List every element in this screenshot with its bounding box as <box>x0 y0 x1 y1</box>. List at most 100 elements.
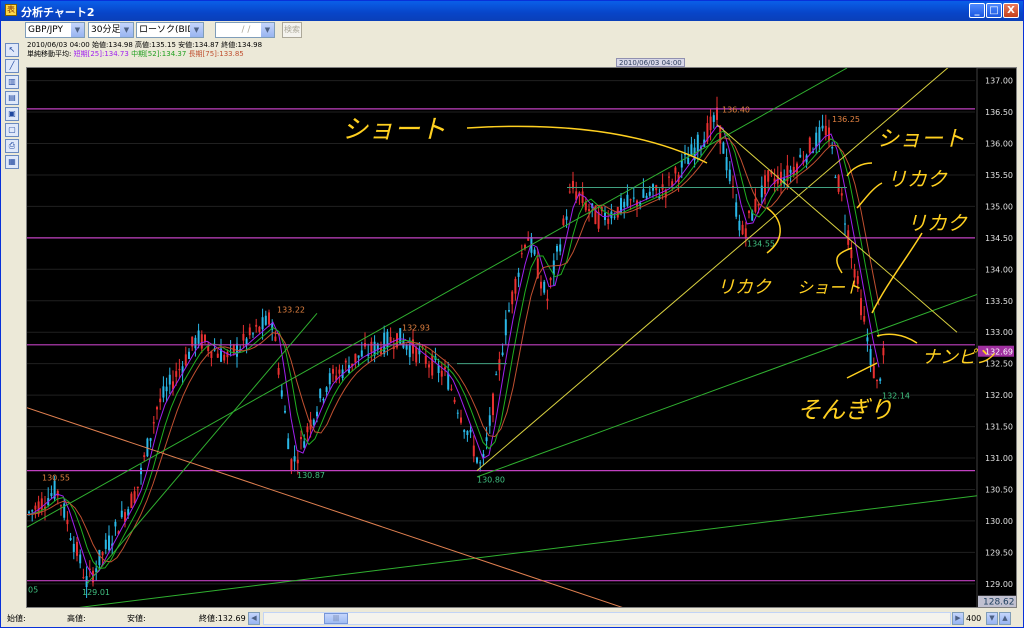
minimize-button[interactable]: _ <box>969 3 985 18</box>
moving-average-line <box>27 125 880 577</box>
candle-body <box>837 175 840 192</box>
close-button[interactable]: X <box>1003 3 1019 18</box>
search-button[interactable]: 検索 <box>282 22 302 38</box>
candle-body <box>476 457 478 463</box>
status-high: 高値: <box>67 614 86 623</box>
candle-body <box>495 374 498 376</box>
candle-body <box>98 549 101 566</box>
chevron-down-icon[interactable]: ▼ <box>71 23 84 37</box>
candle-body <box>764 175 766 195</box>
candle-body <box>632 197 635 199</box>
scroll-right-icon[interactable]: ▶ <box>952 612 964 625</box>
price-extreme-label: 130.87 <box>297 471 325 480</box>
candle-body <box>322 398 325 401</box>
candle-body <box>184 354 187 366</box>
window-icon[interactable]: ▣ <box>5 107 19 121</box>
candle-body <box>469 429 472 433</box>
candle-body <box>533 249 536 255</box>
candle-body <box>200 334 203 349</box>
candle-body <box>565 216 568 220</box>
scroll-left-icon[interactable]: ◀ <box>248 612 260 625</box>
trend-line <box>86 313 318 585</box>
candle-body <box>156 407 158 410</box>
candle-body <box>360 350 363 357</box>
candle-body <box>623 201 626 208</box>
status-open: 始値: <box>7 614 26 623</box>
chart-type-select[interactable]: ローソク(BID) ▼ <box>136 22 204 38</box>
chevron-down-icon[interactable]: ▼ <box>261 23 274 37</box>
handwritten-annotation: ナンピン <box>922 347 995 368</box>
candle-body <box>344 360 347 363</box>
candle-body <box>460 417 462 423</box>
candle-body <box>50 493 53 496</box>
candle-body <box>629 199 632 201</box>
price-tick-label: 129.50 <box>985 548 1013 557</box>
candle-body <box>130 493 133 508</box>
price-tick-label: 130.00 <box>985 517 1013 526</box>
candle-body <box>252 333 254 335</box>
candle-body <box>498 359 501 371</box>
title-bar[interactable]: 表 分析チャート2 _ □ X <box>1 1 1023 21</box>
price-extreme-label: 133.22 <box>277 305 305 314</box>
candle-body <box>607 218 610 224</box>
candle-body <box>668 176 670 178</box>
handwritten-annotation: ショート <box>797 278 861 297</box>
candle-body <box>290 459 293 471</box>
candle-body <box>216 353 219 358</box>
candle-body <box>277 367 280 375</box>
candle-body <box>66 519 69 525</box>
price-extreme-label: 136.25 <box>832 115 860 124</box>
candle-body <box>520 253 523 255</box>
print-icon[interactable]: ⎙ <box>5 139 19 153</box>
annotation-arrow <box>846 362 878 379</box>
candle-body <box>661 184 664 190</box>
candle-body <box>34 505 37 510</box>
settings-icon[interactable]: ▦ <box>5 155 19 169</box>
candle-body <box>690 144 693 155</box>
candle-body <box>405 344 408 350</box>
candle-body <box>293 456 296 462</box>
line-draw-icon[interactable]: ╱ <box>5 59 19 73</box>
price-chart[interactable]: 137.00 136.50 136.00 135.50 135.00 134.50 134.… <box>26 67 1017 608</box>
candle-body <box>108 535 110 551</box>
candle-body <box>274 336 277 341</box>
chart-type-icon[interactable]: ▥ <box>5 75 19 89</box>
candle-body <box>549 277 552 281</box>
ma-mid-value: 中期[52]:134.37 <box>131 50 187 58</box>
candle-body <box>444 367 446 370</box>
candle-body <box>312 419 315 425</box>
chevron-down-icon[interactable]: ▼ <box>120 23 133 37</box>
price-extreme-label: 136.40 <box>722 105 750 114</box>
candle-body <box>543 281 546 293</box>
candle-body <box>325 387 328 393</box>
indicator-icon[interactable]: ▤ <box>5 91 19 105</box>
candle-body <box>815 132 818 148</box>
period-select[interactable]: 30分足 ▼ <box>88 22 134 38</box>
zoom-down-icon[interactable]: ▼ <box>986 612 998 625</box>
text-icon[interactable]: ▢ <box>5 123 19 137</box>
zoom-up-icon[interactable]: ▲ <box>999 612 1011 625</box>
candle-body <box>559 244 562 252</box>
candle-body <box>882 347 885 356</box>
candle-body <box>178 368 181 371</box>
candle-body <box>834 176 837 178</box>
chevron-down-icon[interactable]: ▼ <box>190 23 203 37</box>
maximize-button[interactable]: □ <box>986 3 1002 18</box>
symbol-select[interactable]: GBP/JPY ▼ <box>25 22 85 38</box>
cursor-icon[interactable]: ↖ <box>5 43 19 57</box>
horizontal-scrollbar[interactable]: ||| <box>263 612 951 625</box>
date-picker-value: / / <box>241 25 251 35</box>
zoom-level[interactable]: 400 <box>966 612 986 625</box>
candle-body <box>319 389 322 399</box>
candle-body <box>722 142 725 154</box>
candle-body <box>872 365 875 379</box>
candle-body <box>517 272 520 277</box>
price-extreme-label: 134.55 <box>747 240 775 249</box>
candle-body <box>504 319 507 336</box>
date-picker[interactable]: / / ▼ <box>215 22 275 38</box>
scrollbar-thumb[interactable]: ||| <box>324 613 348 624</box>
candle-body <box>648 191 651 196</box>
price-tick-label: 133.50 <box>985 297 1013 306</box>
candle-body <box>284 410 286 413</box>
candle-body <box>85 576 88 588</box>
